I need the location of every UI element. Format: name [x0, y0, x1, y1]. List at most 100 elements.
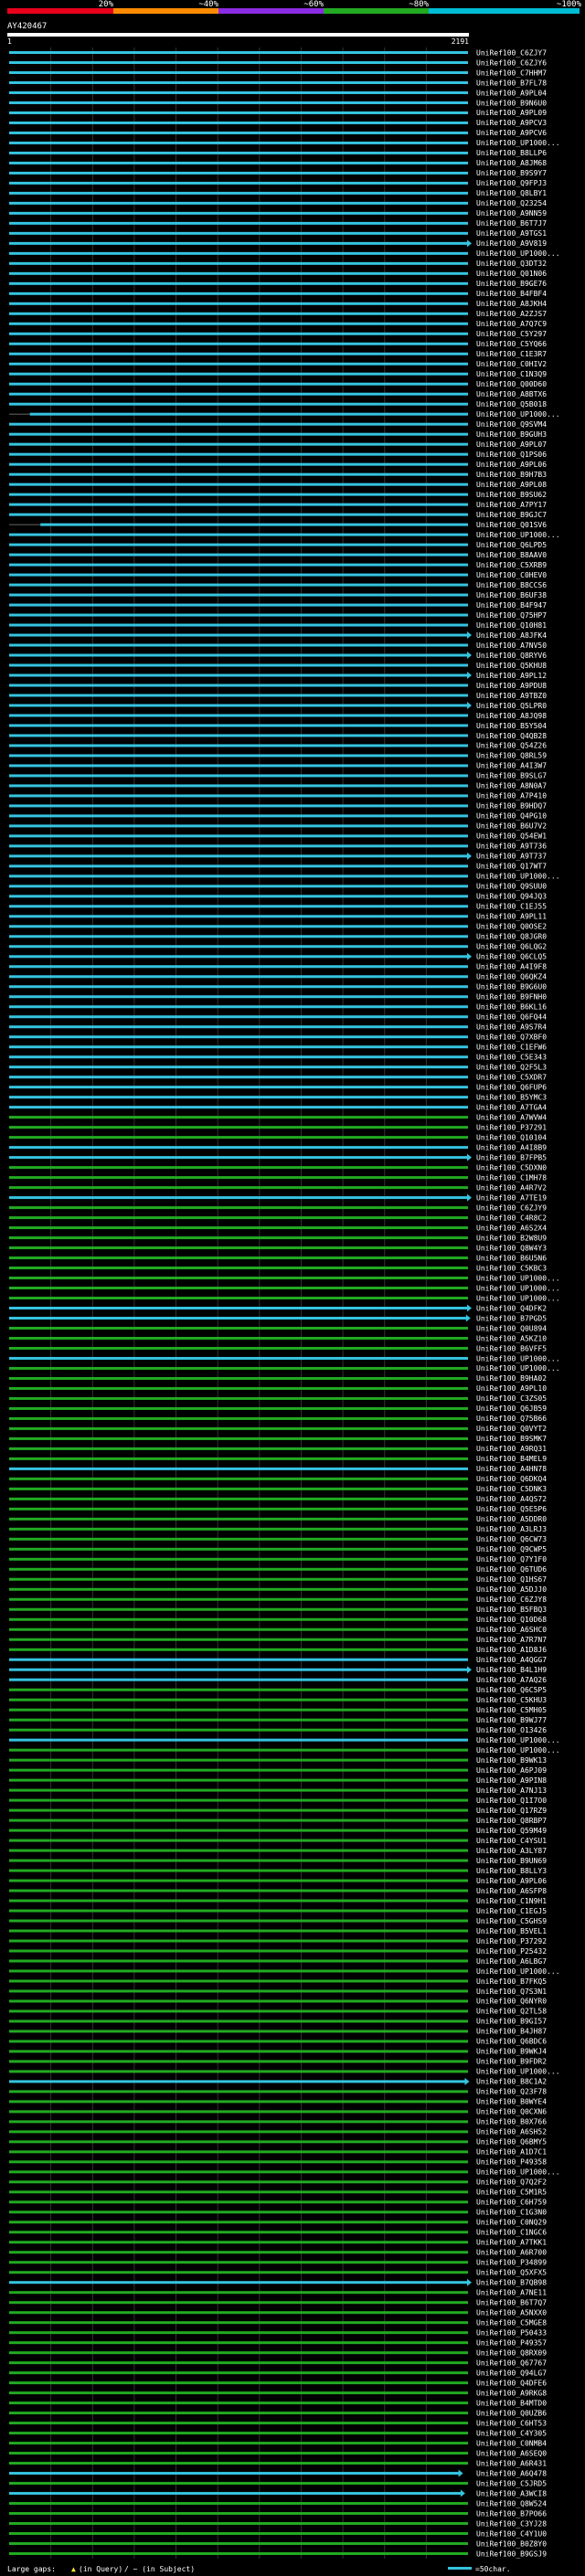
hit-bar[interactable]: [9, 1065, 468, 1069]
hit-bar[interactable]: [9, 372, 468, 376]
hit-bar[interactable]: [9, 1527, 468, 1531]
hit-label[interactable]: UniRef100_Q7Q2F2: [476, 2178, 547, 2187]
hit-label[interactable]: UniRef100_C0NMB4: [476, 2439, 547, 2447]
hit-label[interactable]: UniRef100_C7HHM7: [476, 69, 547, 77]
hit-label[interactable]: UniRef100_B6KL16: [476, 1003, 547, 1012]
hit-bar[interactable]: [9, 1517, 468, 1521]
hit-label[interactable]: UniRef100_C5XDR7: [476, 1073, 547, 1081]
hit-bar[interactable]: [9, 221, 468, 225]
hit-bar[interactable]: [29, 412, 469, 416]
hit-label[interactable]: UniRef100_A9PCV3: [476, 119, 547, 127]
hit-bar[interactable]: [9, 2200, 468, 2204]
hit-label[interactable]: UniRef100_Q0VYT2: [476, 1425, 547, 1433]
hit-label[interactable]: UniRef100_Q0UZB6: [476, 2409, 547, 2417]
hit-label[interactable]: UniRef100_Q94LG7: [476, 2369, 547, 2377]
hit-label[interactable]: UniRef100_A9PIN8: [476, 1776, 547, 1785]
hit-label[interactable]: UniRef100_B6T7J7: [476, 219, 547, 228]
hit-bar[interactable]: [9, 704, 468, 707]
hit-bar[interactable]: [9, 121, 468, 124]
hit-bar[interactable]: [9, 60, 468, 64]
hit-label[interactable]: UniRef100_UP1000...: [476, 2068, 560, 2076]
hit-label[interactable]: UniRef100_B5Y504: [476, 722, 547, 730]
hit-bar[interactable]: [9, 2321, 468, 2325]
hit-bar[interactable]: [9, 482, 468, 486]
hit-bar[interactable]: [9, 1426, 468, 1430]
hit-label[interactable]: UniRef100_A7TE19: [476, 1193, 547, 1202]
hit-bar[interactable]: [9, 613, 468, 617]
hit-bar[interactable]: [9, 1146, 468, 1150]
hit-label[interactable]: UniRef100_C1G3N0: [476, 2209, 547, 2217]
hit-bar[interactable]: [9, 2140, 468, 2144]
hit-label[interactable]: UniRef100_C6ZJY8: [476, 1595, 547, 1604]
hit-bar[interactable]: [9, 1919, 468, 1923]
hit-label[interactable]: UniRef100_A9PL12: [476, 672, 547, 680]
hit-label[interactable]: UniRef100_P49357: [476, 2338, 547, 2347]
hit-label[interactable]: UniRef100_A9PL07: [476, 440, 547, 449]
hit-bar[interactable]: [9, 191, 468, 195]
hit-bar[interactable]: [9, 955, 468, 959]
hit-label[interactable]: UniRef100_A6S2X4: [476, 1224, 547, 1232]
hit-label[interactable]: UniRef100_Q8RX09: [476, 2348, 547, 2357]
hit-bar[interactable]: [9, 995, 468, 999]
hit-bar[interactable]: [9, 623, 468, 627]
hit-label[interactable]: UniRef100_A6SEQ0: [476, 2449, 547, 2457]
hit-label[interactable]: UniRef100_Q01SV6: [476, 521, 547, 529]
hit-label[interactable]: UniRef100_C0HIV2: [476, 360, 547, 368]
hit-bar[interactable]: [9, 1587, 468, 1591]
hit-bar[interactable]: [9, 1859, 468, 1862]
hit-bar[interactable]: [9, 1818, 468, 1822]
hit-label[interactable]: UniRef100_C5DNK3: [476, 1485, 547, 1493]
hit-label[interactable]: UniRef100_A9RKG8: [476, 2389, 547, 2397]
hit-label[interactable]: UniRef100_Q10104: [476, 1133, 547, 1141]
hit-label[interactable]: UniRef100_Q5XFX5: [476, 2269, 547, 2277]
hit-bar[interactable]: [9, 2231, 468, 2234]
hit-bar[interactable]: [9, 844, 468, 848]
hit-label[interactable]: UniRef100_P49358: [476, 2158, 547, 2167]
hit-bar[interactable]: [9, 1246, 468, 1250]
hit-label[interactable]: UniRef100_UP1000...: [476, 410, 560, 419]
hit-label[interactable]: UniRef100_Q94JQ3: [476, 893, 547, 901]
hit-bar[interactable]: [9, 1547, 468, 1551]
hit-bar[interactable]: [9, 1949, 468, 1953]
hit-label[interactable]: UniRef100_C6HT53: [476, 2419, 547, 2427]
hit-label[interactable]: UniRef100_C5KBC3: [476, 1264, 547, 1272]
hit-label[interactable]: UniRef100_Q8W4Y3: [476, 1244, 547, 1252]
hit-label[interactable]: UniRef100_B8C1A2: [476, 2078, 547, 2086]
hit-label[interactable]: UniRef100_B9FDR2: [476, 2058, 547, 2066]
hit-label[interactable]: UniRef100_A9PL06: [476, 461, 547, 469]
hit-label[interactable]: UniRef100_B5VEL1: [476, 1927, 547, 1935]
hit-label[interactable]: UniRef100_Q23F78: [476, 2088, 547, 2096]
hit-bar[interactable]: [9, 1346, 468, 1350]
hit-bar[interactable]: [9, 362, 468, 366]
hit-label[interactable]: UniRef100_A8JM68: [476, 159, 547, 167]
hit-label[interactable]: UniRef100_Q8RL59: [476, 752, 547, 760]
hit-bar[interactable]: [9, 2281, 468, 2284]
hit-bar[interactable]: [9, 2261, 468, 2264]
hit-bar[interactable]: [9, 1748, 468, 1752]
hit-label[interactable]: UniRef100_A9PCV6: [476, 129, 547, 137]
hit-bar[interactable]: [9, 80, 468, 84]
hit-bar[interactable]: [9, 1196, 468, 1200]
hit-bar[interactable]: [9, 1236, 468, 1240]
hit-label[interactable]: UniRef100_A7AQ26: [476, 1676, 547, 1684]
hit-label[interactable]: UniRef100_C5E343: [476, 1053, 547, 1061]
hit-label[interactable]: UniRef100_C1NGC6: [476, 2229, 547, 2237]
hit-label[interactable]: UniRef100_A6SHC0: [476, 1626, 547, 1634]
hit-bar[interactable]: [9, 2472, 460, 2475]
hit-label[interactable]: UniRef100_C4Y305: [476, 2429, 547, 2437]
hit-bar[interactable]: [9, 2080, 466, 2083]
hit-bar[interactable]: [9, 1738, 468, 1742]
hit-label[interactable]: UniRef100_B9SLG7: [476, 772, 547, 780]
hit-bar[interactable]: [9, 271, 468, 275]
hit-bar[interactable]: [9, 814, 468, 818]
hit-label[interactable]: UniRef100_Q01N06: [476, 270, 547, 278]
hit-label[interactable]: UniRef100_Q6C5P5: [476, 1686, 547, 1694]
hit-label[interactable]: UniRef100_B9G6U0: [476, 983, 547, 991]
hit-bar[interactable]: [9, 1839, 468, 1842]
hit-label[interactable]: UniRef100_C5KHU3: [476, 1696, 547, 1704]
hit-label[interactable]: UniRef100_Q8W524: [476, 2499, 547, 2507]
hit-label[interactable]: UniRef100_B4L1H9: [476, 1666, 547, 1674]
hit-bar[interactable]: [9, 211, 468, 215]
hit-label[interactable]: UniRef100_B9GUH3: [476, 430, 547, 439]
hit-bar[interactable]: [9, 1457, 468, 1460]
